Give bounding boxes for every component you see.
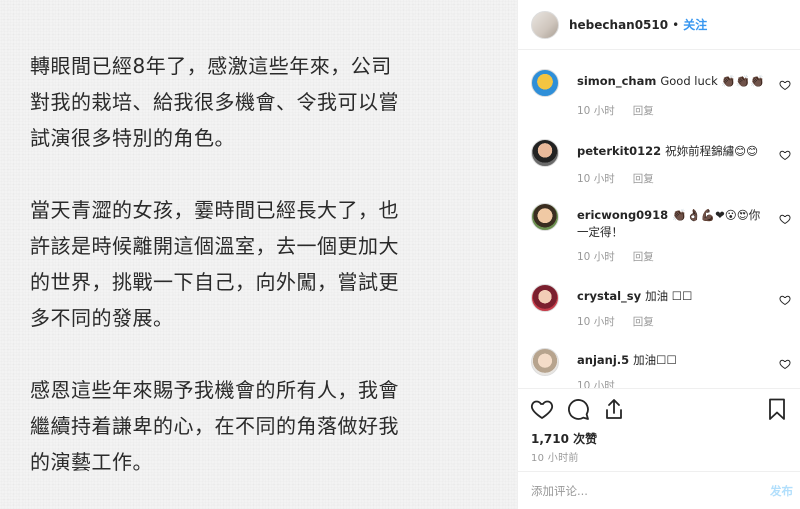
separator-dot: •: [672, 17, 680, 32]
post-paragraph: 感恩這些年來賜予我機會的所有人，我會 繼續持着謙卑的心，在不同的角落做好我 的演…: [30, 378, 399, 474]
post-text: 轉眼間已經8年了，感激這些年來，公司 對我的栽培、給我很多機會、令我可以嘗 試演…: [30, 48, 490, 480]
post-timestamp: 10 小时前: [531, 453, 579, 464]
action-bar: 1,710 次赞 10 小时前 发布: [518, 388, 800, 509]
commenter-avatar[interactable]: [531, 69, 559, 97]
comment-time: 10 小时: [577, 316, 615, 328]
commenter-avatar[interactable]: [531, 348, 559, 376]
reply-button[interactable]: 回复: [633, 316, 654, 328]
commenter-avatar[interactable]: [531, 284, 559, 312]
commenter-username[interactable]: crystal_sy: [577, 289, 641, 303]
comment-time: 10 小时: [577, 251, 615, 263]
comment-like-icon[interactable]: [779, 79, 791, 91]
commenter-username[interactable]: simon_cham: [577, 74, 656, 88]
like-count[interactable]: 1,710 次赞: [531, 430, 597, 447]
comment-time: 10 小时: [577, 380, 615, 388]
post-paragraph: 轉眼間已經8年了，感激這些年來，公司 對我的栽培、給我很多機會、令我可以嘗 試演…: [30, 54, 399, 150]
commenter-username[interactable]: anjanj.5: [577, 353, 629, 367]
comment-text: Good luck 👏🏿👏🏿👏🏿: [660, 74, 765, 88]
add-comment-bar: 发布: [518, 471, 800, 509]
commenter-username[interactable]: peterkit0122: [577, 144, 661, 158]
reply-button[interactable]: 回复: [633, 105, 654, 117]
author-username[interactable]: hebechan0510: [569, 18, 668, 32]
reply-button[interactable]: 回复: [633, 251, 654, 263]
comment-panel: hebechan0510 • 关注 simon_cham Good luck 👏🏿…: [517, 0, 800, 509]
comment-text: 加油☐☐: [633, 353, 677, 367]
comment-text: 加油 ☐☐: [645, 289, 693, 303]
share-icon[interactable]: [602, 397, 626, 421]
author-avatar[interactable]: [531, 10, 559, 39]
comment-like-icon[interactable]: [779, 213, 791, 225]
commenter-username[interactable]: ericwong0918: [577, 208, 668, 222]
post-header: hebechan0510 • 关注: [518, 0, 800, 50]
heart-icon[interactable]: [530, 397, 554, 421]
comment-like-icon[interactable]: [779, 294, 791, 306]
comment-icon[interactable]: [566, 397, 590, 421]
post-paragraph: 當天青澀的女孩，霎時間已經長大了，也 許該是時候離開這個溫室，去一個更加大 的世…: [30, 198, 399, 330]
reply-button[interactable]: 回复: [633, 173, 654, 185]
comment-text: 祝妳前程錦繡😊😊: [665, 144, 759, 158]
comment-like-icon[interactable]: [779, 149, 791, 161]
bookmark-icon[interactable]: [765, 397, 789, 421]
post-image: 轉眼間已經8年了，感激這些年來，公司 對我的栽培、給我很多機會、令我可以嘗 試演…: [0, 0, 517, 509]
comment-list[interactable]: simon_cham Good luck 👏🏿👏🏿👏🏿 10 小时 回复 peter…: [518, 51, 800, 388]
commenter-avatar[interactable]: [531, 139, 559, 167]
follow-button[interactable]: 关注: [683, 16, 707, 33]
comment-like-icon[interactable]: [779, 358, 791, 370]
commenter-avatar[interactable]: [531, 203, 559, 231]
comment-input[interactable]: [531, 484, 731, 498]
comment-time: 10 小时: [577, 105, 615, 117]
post-comment-button[interactable]: 发布: [770, 483, 793, 499]
comment-time: 10 小时: [577, 173, 615, 185]
